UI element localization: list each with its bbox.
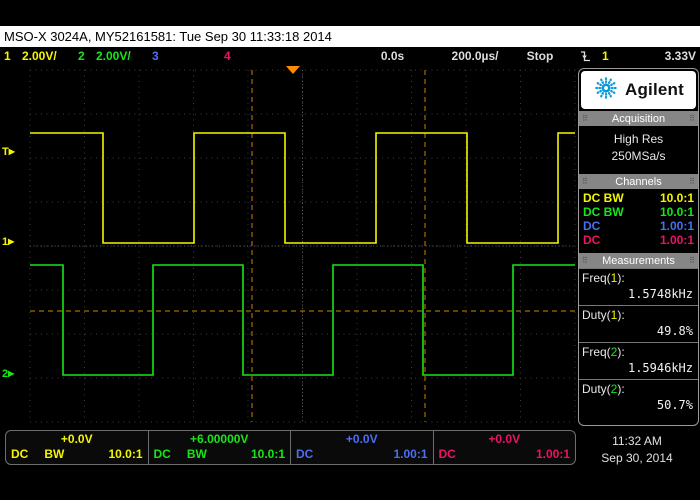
measurement-duty2: Duty(2): 50.7%	[579, 379, 698, 416]
grip-icon: ⠿	[582, 253, 588, 268]
marker-arrow-icon: ▶	[8, 369, 14, 378]
ch4-number[interactable]: 4	[224, 47, 231, 65]
ch2-offset: +6.00000V	[154, 432, 286, 447]
trigger-level-marker[interactable]: T▶	[2, 146, 15, 158]
trigger-slope-icon	[580, 50, 591, 68]
agilent-logo-icon	[593, 75, 619, 106]
info-sidebar: Agilent ⠿ Acquisition ⠿ High Res 250MSa/…	[578, 68, 699, 426]
measurements-header[interactable]: ⠿ Measurements ⠿	[579, 253, 698, 268]
measurement-freq1: Freq(1): 1.5748kHz	[579, 268, 698, 305]
ch1-number[interactable]: 1	[4, 47, 11, 65]
oscilloscope-screen: MSO-X 3024A, MY52161581: Tue Sep 30 11:3…	[0, 0, 700, 500]
grip-icon: ⠿	[582, 174, 588, 189]
waveform-display: T▶ 1▶ 2▶	[0, 65, 576, 425]
ch1-ground-marker[interactable]: 1▶	[2, 236, 14, 248]
grip-icon: ⠿	[689, 253, 695, 268]
trigger-position-icon[interactable]	[286, 66, 300, 74]
settings-bar: 1 2.00V/ 2 2.00V/ 3 4 0.0s 200.0µs/ Stop…	[0, 47, 700, 65]
grip-icon: ⠿	[689, 111, 695, 126]
clock: 11:32 AM Sep 30, 2014	[578, 433, 696, 467]
ch4-status-box[interactable]: +0.0V DC1.00:1	[434, 431, 576, 464]
brand-name: Agilent	[625, 80, 684, 100]
acquisition-mode: High Res	[579, 131, 698, 148]
ch2-number[interactable]: 2	[78, 47, 85, 65]
ch2-ground-marker[interactable]: 2▶	[2, 368, 14, 380]
marker-arrow-icon: ▶	[8, 237, 14, 246]
marker-arrow-icon: ▶	[9, 147, 15, 156]
title-bar: MSO-X 3024A, MY52161581: Tue Sep 30 11:3…	[0, 26, 700, 47]
brand-box: Agilent	[581, 71, 696, 109]
ch3-number[interactable]: 3	[152, 47, 159, 65]
trigger-level[interactable]: 3.33V	[630, 47, 696, 65]
acquisition-info: High Res 250MSa/s	[579, 126, 698, 174]
ch1-offset: +0.0V	[11, 432, 143, 447]
channel-list: DC BW10.0:1 DC BW10.0:1 DC1.00:1 DC1.00:…	[579, 189, 698, 253]
channel-row-1: DC BW10.0:1	[579, 191, 698, 205]
time-text: 11:32 AM	[578, 433, 696, 450]
grip-icon: ⠿	[689, 174, 695, 189]
acquisition-header[interactable]: ⠿ Acquisition ⠿	[579, 111, 698, 126]
horizontal-delay[interactable]: 0.0s	[365, 47, 420, 65]
measurement-value: 50.7%	[579, 397, 698, 414]
sample-rate: 250MSa/s	[579, 148, 698, 165]
ch4-offset: +0.0V	[439, 432, 571, 447]
channels-header[interactable]: ⠿ Channels ⠿	[579, 174, 698, 189]
channel-status-bar: +0.0V DCBW10.0:1 +6.00000V DCBW10.0:1 +0…	[5, 430, 576, 465]
channel-row-3: DC1.00:1	[579, 219, 698, 233]
measurement-freq2: Freq(2): 1.5946kHz	[579, 342, 698, 379]
measurement-value: 49.8%	[579, 323, 698, 340]
waveform-ch1	[30, 133, 575, 243]
ch1-status-box[interactable]: +0.0V DCBW10.0:1	[6, 431, 149, 464]
trigger-source[interactable]: 1	[602, 47, 609, 65]
ch3-status-box[interactable]: +0.0V DC1.00:1	[291, 431, 434, 464]
measurement-duty1: Duty(1): 49.8%	[579, 305, 698, 342]
channel-row-2: DC BW10.0:1	[579, 205, 698, 219]
grip-icon: ⠿	[582, 111, 588, 126]
ch2-scale[interactable]: 2.00V/	[96, 47, 131, 65]
date-text: Sep 30, 2014	[578, 450, 696, 467]
run-state[interactable]: Stop	[515, 47, 565, 65]
ch3-offset: +0.0V	[296, 432, 428, 447]
ch1-scale[interactable]: 2.00V/	[22, 47, 57, 65]
channel-row-4: DC1.00:1	[579, 233, 698, 247]
graticule-and-traces	[0, 65, 576, 425]
timebase-scale[interactable]: 200.0µs/	[435, 47, 515, 65]
ch2-status-box[interactable]: +6.00000V DCBW10.0:1	[149, 431, 292, 464]
waveform-ch2	[30, 265, 575, 375]
measurement-value: 1.5946kHz	[579, 360, 698, 377]
measurement-value: 1.5748kHz	[579, 286, 698, 303]
